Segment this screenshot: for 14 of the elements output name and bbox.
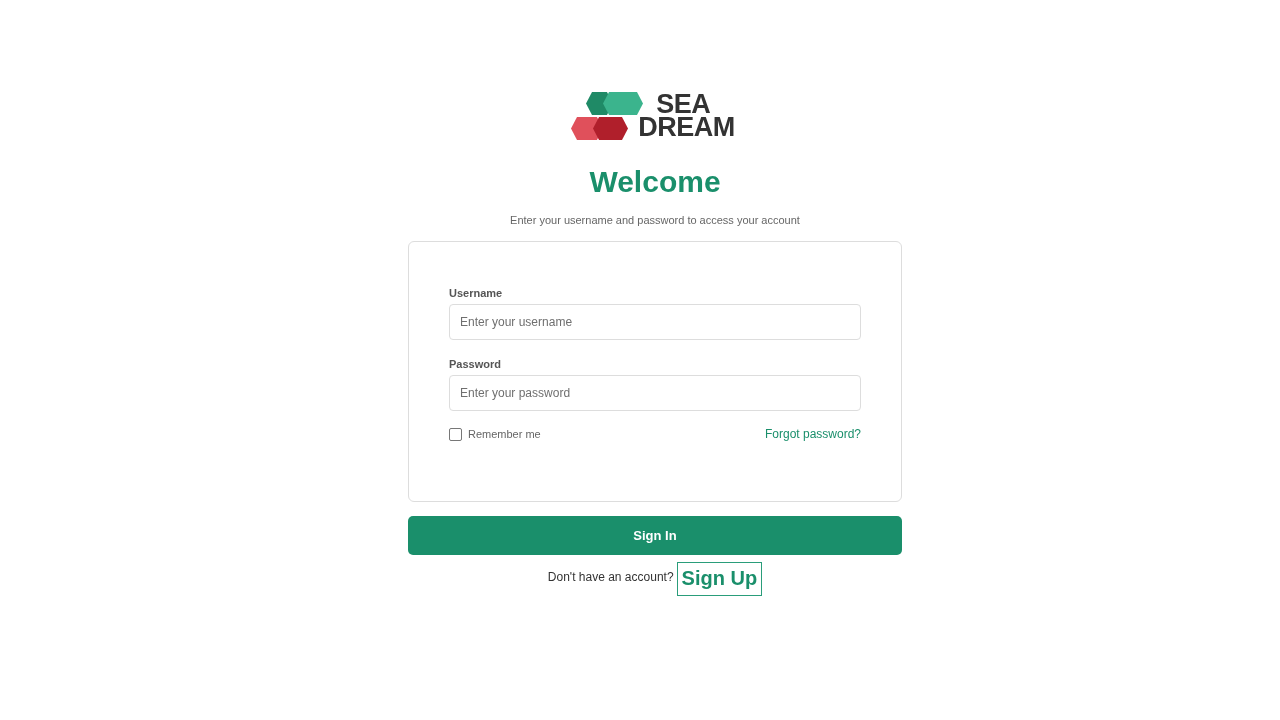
welcome-heading: Welcome bbox=[589, 164, 721, 200]
field-label: Username bbox=[449, 286, 503, 300]
field-label: Password bbox=[449, 357, 501, 371]
sign-up-link[interactable]: Sign Up bbox=[676, 562, 763, 596]
input-field[interactable]: Enter your password bbox=[449, 375, 861, 411]
sign-in-button[interactable]: Sign In bbox=[408, 516, 902, 555]
logo-wordmark: SEA bbox=[656, 93, 711, 116]
account-prompt-text: Don't have an account? bbox=[547, 570, 674, 584]
remember-me-label: Remember me bbox=[468, 428, 541, 440]
logo-wordmark: DREAM bbox=[638, 116, 735, 139]
forgot-password-link[interactable]: Forgot password? bbox=[764, 427, 861, 441]
input-field[interactable]: Enter your username bbox=[449, 304, 861, 340]
checkbox[interactable] bbox=[449, 427, 462, 441]
subtitle-text: Enter your username and password to access your account bbox=[510, 213, 800, 228]
